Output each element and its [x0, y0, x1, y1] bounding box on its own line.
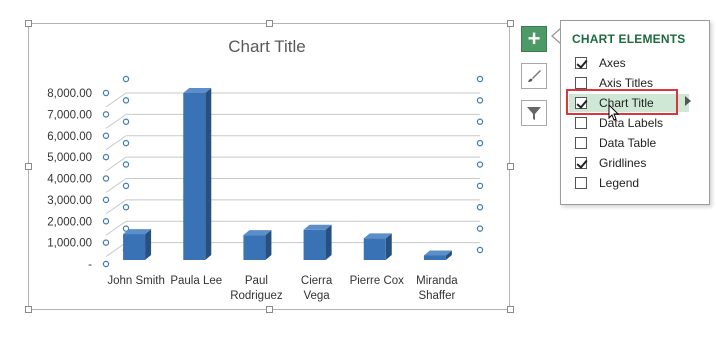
bar-side	[325, 224, 332, 260]
gridline-marker	[122, 182, 130, 190]
axes-checkbox[interactable]	[575, 57, 587, 69]
annotation-highlight	[566, 89, 678, 115]
y-tick-label: 8,000.00	[47, 88, 92, 100]
bar	[123, 234, 146, 260]
gridline-marker	[102, 239, 110, 246]
gridline-marker	[476, 182, 484, 190]
option-label: Data Table	[599, 136, 657, 150]
chart-filters-button[interactable]	[521, 100, 547, 126]
chart-title[interactable]: Chart Title	[228, 37, 305, 56]
gridline-marker	[122, 139, 130, 147]
y-tick-label: 2,000.00	[47, 216, 92, 228]
gridlines-checkbox[interactable]	[575, 157, 587, 169]
gridline-marker	[122, 118, 130, 125]
gridline-marker	[476, 75, 484, 83]
gridline-marker	[476, 161, 484, 168]
gridline-marker	[102, 132, 110, 139]
x-tick-label: Cierra	[301, 275, 333, 287]
chart-elements-button[interactable]: +	[521, 26, 547, 52]
gridline-marker	[476, 118, 484, 125]
bar	[183, 93, 206, 260]
bar	[423, 255, 446, 260]
gridline-marker	[102, 175, 110, 182]
y-tick-label: -	[88, 259, 92, 271]
bar-side	[265, 230, 272, 260]
x-tick-label: John Smith	[107, 275, 165, 287]
gridline-marker	[476, 139, 484, 147]
gridline-marker	[122, 97, 130, 104]
axis-titles-checkbox[interactable]	[575, 77, 587, 89]
x-tick-label: Vega	[303, 290, 330, 302]
gridline-marker	[476, 97, 484, 104]
bar	[243, 235, 266, 260]
plus-icon: +	[527, 26, 541, 51]
gridline-marker	[122, 161, 130, 168]
gridline-marker	[102, 260, 110, 268]
bar	[303, 229, 326, 260]
gridline-marker	[102, 153, 110, 161]
y-tick-label: 5,000.00	[47, 152, 92, 164]
gridline-marker	[102, 111, 110, 118]
gridline-marker	[102, 218, 110, 225]
gridline-marker	[476, 225, 484, 232]
chart-title-submenu-arrow[interactable]	[685, 96, 691, 106]
option-gridlines[interactable]: Gridlines	[575, 154, 646, 172]
data-labels-checkbox[interactable]	[575, 117, 587, 129]
gridline-marker	[122, 204, 130, 211]
y-tick-label: 1,000.00	[47, 238, 92, 250]
x-tick-label: Pierre Cox	[350, 275, 405, 287]
y-tick-label: 4,000.00	[47, 174, 92, 186]
x-tick-label: Miranda	[416, 275, 458, 287]
y-tick-label: 3,000.00	[47, 195, 92, 207]
option-legend[interactable]: Legend	[575, 174, 639, 192]
bar	[363, 238, 386, 260]
legend-checkbox[interactable]	[575, 177, 587, 189]
brush-icon	[528, 70, 541, 82]
x-tick-label: Paula Lee	[170, 275, 222, 287]
x-tick-label: Paul	[245, 275, 268, 287]
data-table-checkbox[interactable]	[575, 137, 587, 149]
gridline-marker	[102, 89, 110, 97]
bar-side	[145, 229, 152, 260]
gridline-marker	[122, 75, 130, 83]
chart-styles-button[interactable]	[521, 63, 547, 89]
x-tick-label: Shaffer	[418, 290, 455, 302]
option-label: Legend	[599, 176, 640, 190]
option-axes[interactable]: Axes	[575, 54, 626, 72]
cursor-icon	[608, 104, 620, 121]
option-label: Gridlines	[599, 156, 647, 170]
option-data-table[interactable]: Data Table	[575, 134, 656, 152]
y-tick-label: 7,000.00	[47, 109, 92, 121]
panel-title: CHART ELEMENTS	[572, 32, 686, 46]
filter-icon	[527, 107, 541, 120]
gridline-marker	[102, 196, 110, 204]
y-tick-label: 6,000.00	[47, 131, 92, 143]
option-label: Axes	[599, 56, 626, 70]
gridline-marker	[476, 246, 484, 254]
bar-side	[205, 88, 212, 260]
x-tick-label: Rodriguez	[230, 290, 283, 302]
gridline-marker	[476, 204, 484, 211]
option-label: Axis Titles	[599, 76, 654, 90]
